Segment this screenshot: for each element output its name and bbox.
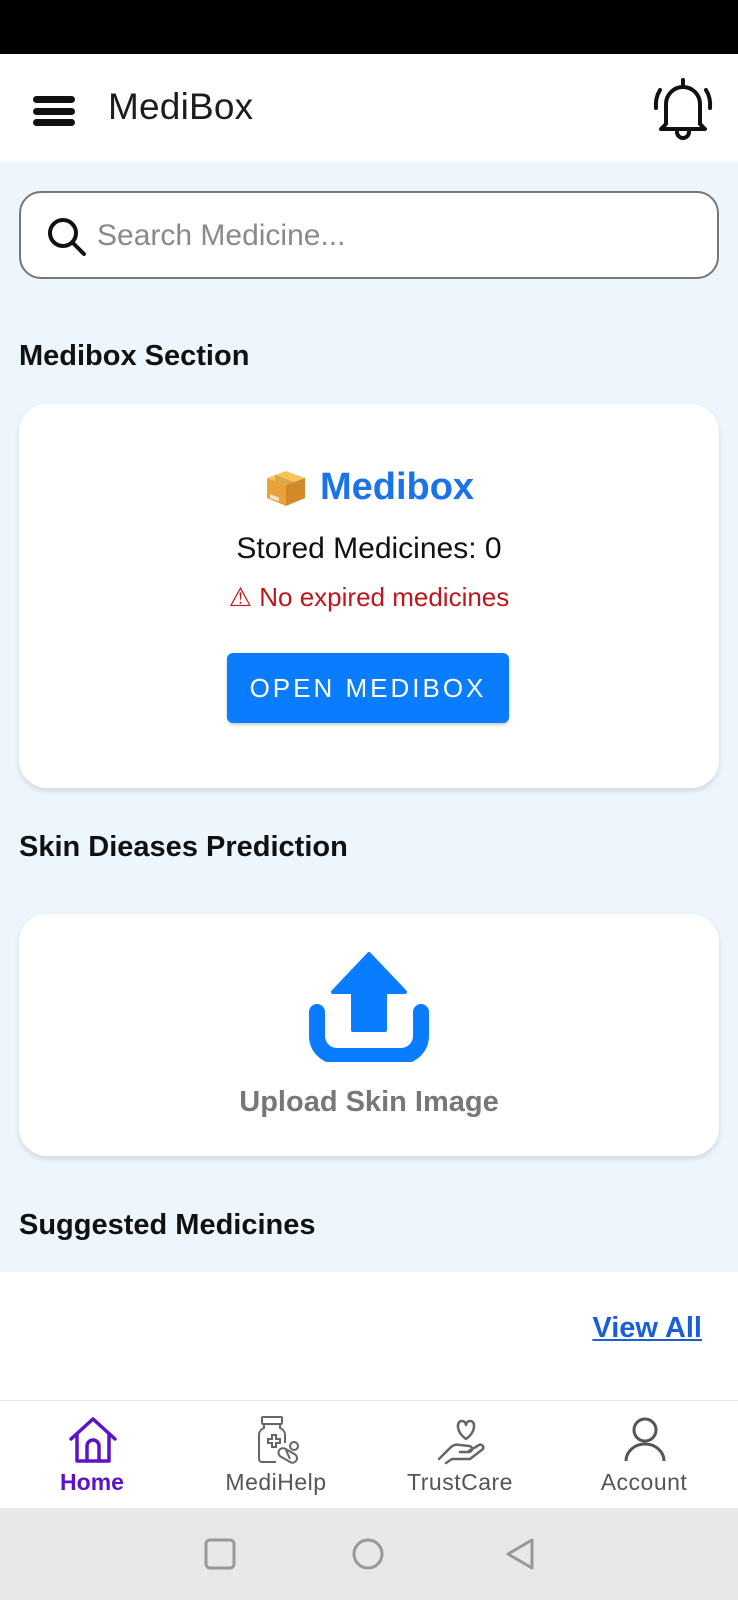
notification-button[interactable] [652,76,714,140]
upload-skin-image-card[interactable]: Upload Skin Image [19,914,719,1156]
view-all-link[interactable]: View All [592,1312,702,1345]
nav-label-home: Home [60,1469,124,1495]
search-icon [48,218,86,256]
medicine-bottle-icon [258,1416,299,1464]
hamburger-line [33,119,75,126]
nav-label-medihelp: MediHelp [225,1469,327,1495]
stored-medicines-count: Stored Medicines: 0 [236,532,502,565]
app-title: MediBox [108,86,254,127]
menu-button[interactable] [33,96,75,126]
status-bar [0,0,738,54]
hamburger-line [33,96,75,103]
system-navigation-bar [0,1508,738,1600]
home-icon [69,1417,117,1463]
medibox-card-header: Medibox [19,466,719,509]
search-bar [19,191,719,279]
nav-item-account[interactable]: Account [552,1401,736,1509]
nav-item-medihelp[interactable]: MediHelp [184,1401,368,1509]
search-input[interactable] [97,213,697,259]
back-button[interactable] [502,1536,538,1572]
bottom-navigation: Home MediHelp TrustCare Account [0,1400,738,1508]
recent-apps-button[interactable] [202,1536,238,1572]
medibox-section-title: Medibox Section [19,340,250,372]
suggested-section-title: Suggested Medicines [19,1209,316,1241]
upload-skin-image-label: Upload Skin Image [239,1086,499,1118]
square-icon [204,1538,236,1570]
account-icon [624,1417,666,1462]
hamburger-line [33,107,75,115]
nav-label-trustcare: TrustCare [407,1469,513,1495]
nav-item-trustcare[interactable]: TrustCare [368,1401,552,1509]
circle-icon [352,1538,384,1570]
suggested-medicines-panel: View All [0,1272,738,1400]
medibox-card: Medibox Stored Medicines: 0 ⚠ No expired… [19,404,719,788]
package-icon [266,470,305,506]
nav-label-account: Account [600,1469,688,1495]
bell-icon [653,78,713,140]
heart-hand-icon [437,1419,485,1465]
app-bar: MediBox [0,54,738,162]
expired-status: ⚠ No expired medicines [228,582,510,612]
back-triangle-icon [506,1538,534,1570]
open-medibox-button[interactable]: OPEN MEDIBOX [227,653,509,723]
nav-item-home[interactable]: Home [0,1401,184,1509]
home-system-button[interactable] [350,1536,386,1572]
upload-icon [309,952,429,1062]
skin-section-title: Skin Dieases Prediction [19,831,348,863]
medibox-card-title: Medibox [319,466,475,508]
